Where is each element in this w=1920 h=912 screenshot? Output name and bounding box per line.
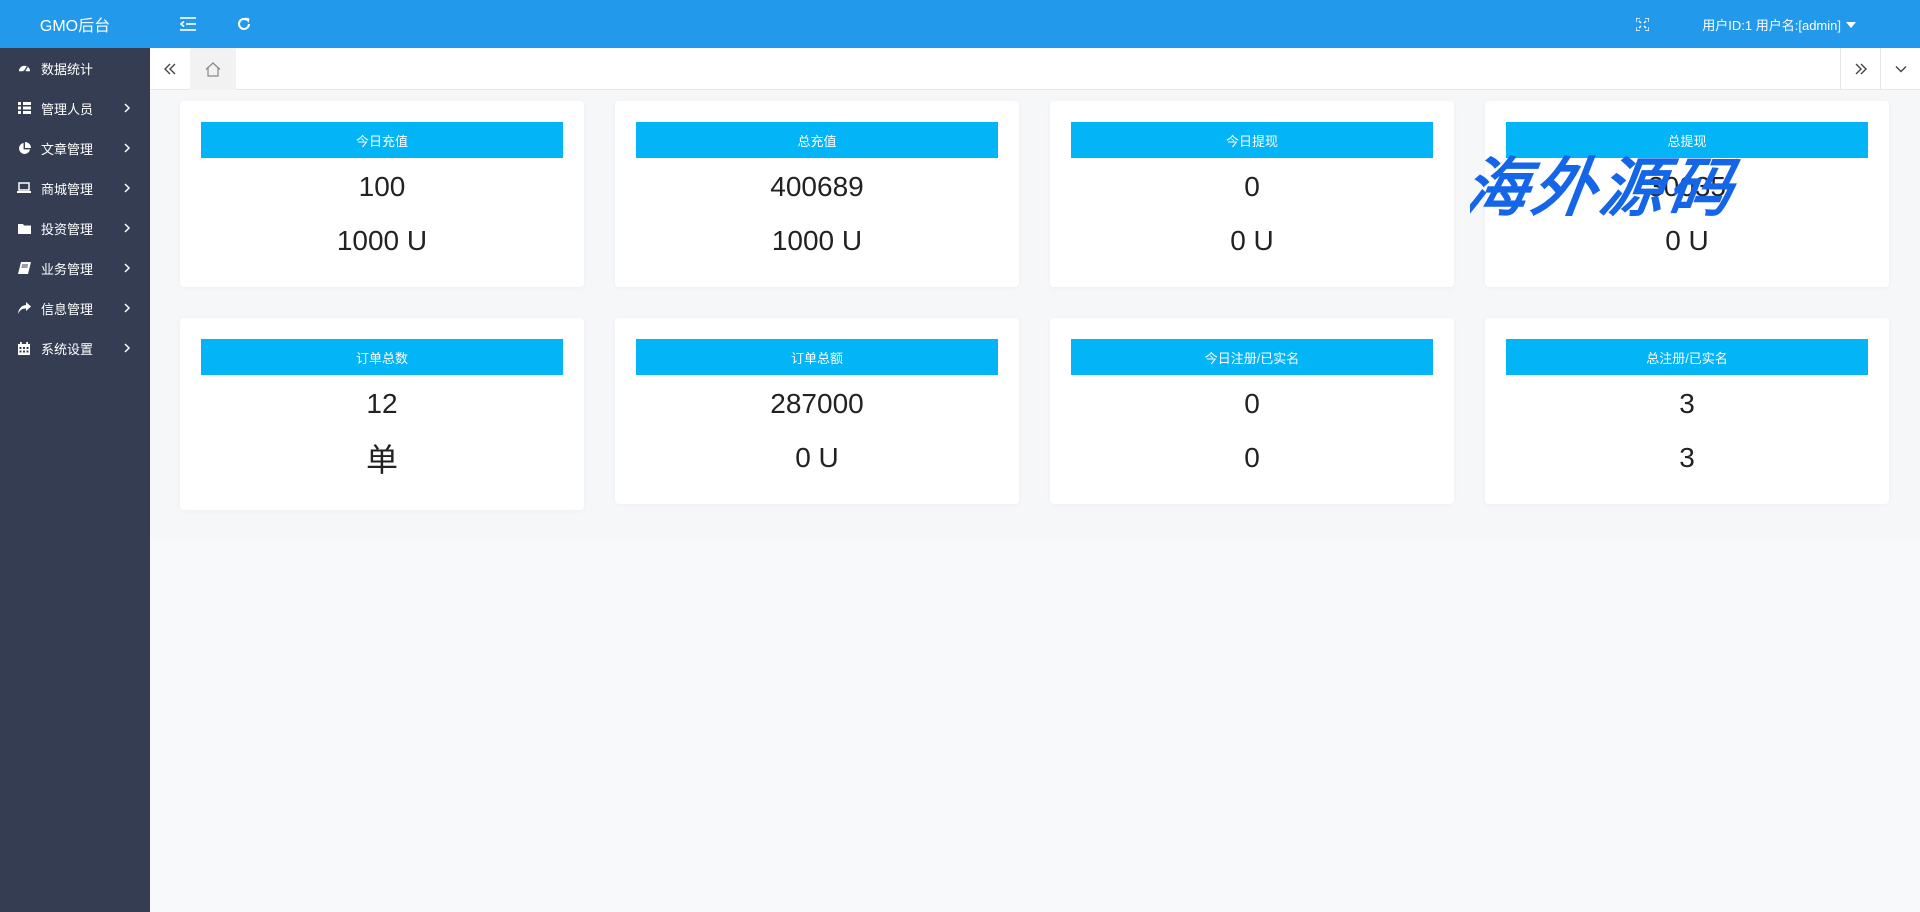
sidebar-item-settings[interactable]: 系统设置 (0, 328, 150, 368)
card-value: 0 (1244, 171, 1260, 202)
stat-card: 今日充值 100 1000 U (180, 101, 584, 287)
fullscreen-icon[interactable] (1632, 14, 1652, 34)
card-sub-value: 1000 U (771, 225, 863, 256)
stat-card: 总充值 400689 1000 U (615, 101, 1019, 287)
top-header: 用户ID:1 用户名:[admin] (150, 0, 1920, 48)
pie-chart-icon (17, 141, 31, 155)
chevron-right-icon (124, 263, 131, 273)
card-value: 30035 (1648, 171, 1726, 202)
chevron-right-icon (124, 143, 131, 153)
stat-card: 总注册/已实名 3 3 (1485, 318, 1889, 504)
tab-home[interactable] (190, 48, 236, 90)
sidebar-item-articles[interactable]: 文章管理 (0, 128, 150, 168)
folder-icon (17, 221, 31, 235)
card-title: 今日充值 (201, 122, 563, 158)
stat-card: 订单总数 12 单 (180, 318, 584, 510)
grid-icon (17, 101, 31, 115)
card-title: 今日注册/已实名 (1071, 339, 1433, 375)
chevron-right-icon (124, 303, 131, 313)
sidebar-item-business[interactable]: 业务管理 (0, 248, 150, 288)
caret-down-icon (1846, 21, 1856, 28)
stat-card: 今日注册/已实名 0 0 (1050, 318, 1454, 504)
stat-card: 订单总额 287000 0 U (615, 318, 1019, 504)
sidebar-item-admins[interactable]: 管理人员 (0, 88, 150, 128)
sidebar-item-label: 管理人员 (41, 101, 94, 117)
sidebar-item-label: 投资管理 (41, 221, 94, 237)
sidebar-item-data-stats[interactable]: 数据统计 (0, 48, 150, 88)
sidebar-item-label: 业务管理 (41, 261, 94, 277)
sidebar-item-label: 信息管理 (41, 301, 94, 317)
refresh-icon[interactable] (234, 14, 254, 34)
card-sub-value: 0 U (1665, 225, 1709, 256)
menu-toggle-icon[interactable] (178, 14, 198, 34)
double-chevron-right-icon[interactable] (1840, 48, 1880, 90)
card-sub-value: 1000 U (336, 225, 428, 256)
share-icon (17, 301, 31, 315)
sidebar-item-label: 文章管理 (41, 141, 94, 157)
sidebar-item-shop[interactable]: 商城管理 (0, 168, 150, 208)
sidebar-item-label: 商城管理 (41, 181, 94, 197)
card-title: 总充值 (636, 122, 998, 158)
home-icon (205, 61, 221, 77)
card-title: 总提现 (1506, 122, 1868, 158)
card-sub-value: 0 U (1230, 225, 1274, 256)
card-value: 400689 (770, 171, 864, 202)
sidebar: GMO后台 数据统计 管理人员 文章管理 商城管理 投资管理 业务管理 信息管理… (0, 0, 150, 912)
user-menu[interactable]: 用户ID:1 用户名:[admin] (1702, 15, 1856, 34)
chevron-right-icon (124, 343, 131, 353)
card-value: 100 (358, 171, 406, 202)
card-sub-value: 0 U (795, 442, 839, 473)
card-sub-value: 0 (1244, 442, 1260, 473)
double-chevron-left-icon[interactable] (150, 48, 190, 90)
sidebar-item-label: 数据统计 (41, 61, 94, 77)
chevron-right-icon (124, 183, 131, 193)
stat-card: 总提现 30035 0 U (1485, 101, 1889, 287)
card-title: 总注册/已实名 (1506, 339, 1868, 375)
tab-strip (150, 48, 1920, 90)
card-value: 0 (1244, 388, 1260, 419)
chevron-right-icon (124, 223, 131, 233)
sidebar-item-label: 系统设置 (41, 341, 94, 357)
card-sub-value: 3 (1679, 442, 1695, 473)
card-title: 今日提现 (1071, 122, 1433, 158)
dashboard-icon (17, 61, 31, 75)
card-value: 12 (366, 388, 398, 419)
card-value: 287000 (770, 388, 864, 419)
stat-card: 今日提现 0 0 U (1050, 101, 1454, 287)
sidebar-item-investment[interactable]: 投资管理 (0, 208, 150, 248)
card-sub-value: 单 (365, 442, 398, 478)
book-icon (17, 261, 31, 275)
calendar-icon (17, 341, 31, 355)
user-label: 用户ID:1 用户名:[admin] (1702, 18, 1841, 33)
laptop-icon (17, 181, 31, 195)
tab-options-chevron-down-icon[interactable] (1880, 48, 1920, 90)
card-title: 订单总额 (636, 339, 998, 375)
card-title: 订单总数 (201, 339, 563, 375)
app-logo[interactable]: GMO后台 (0, 0, 150, 48)
sidebar-item-messages[interactable]: 信息管理 (0, 288, 150, 328)
card-value: 3 (1679, 388, 1695, 419)
chevron-right-icon (124, 103, 131, 113)
